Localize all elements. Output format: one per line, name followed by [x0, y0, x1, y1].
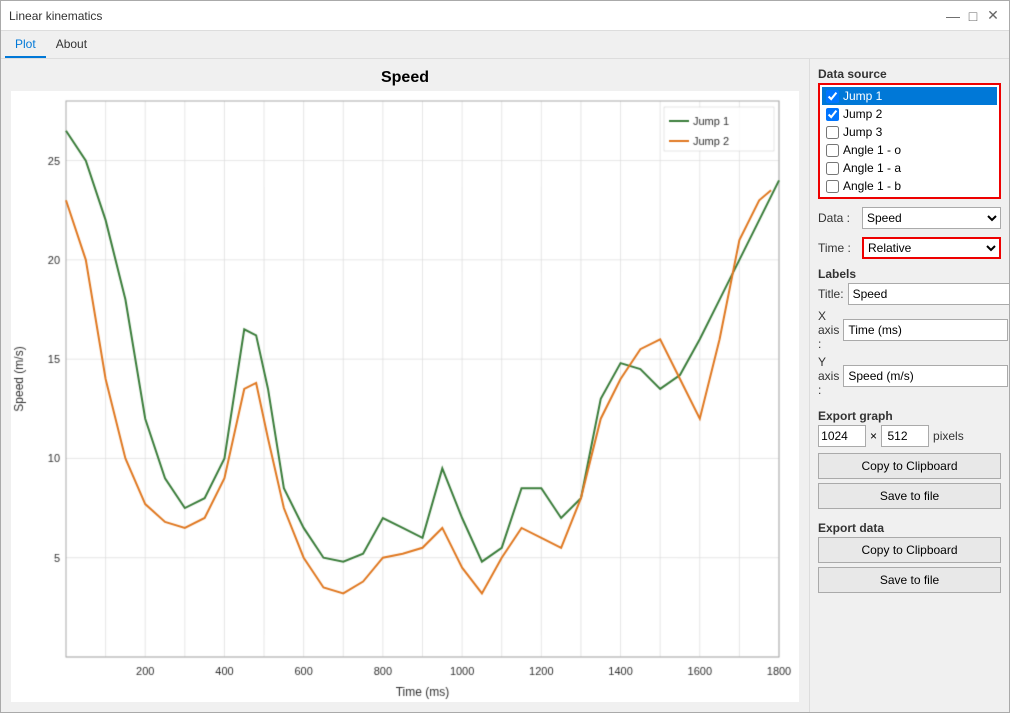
ds-item-angle1a[interactable]: Angle 1 - a	[822, 159, 997, 177]
yaxis-field-label: Y axis :	[818, 355, 839, 397]
data-select[interactable]: Speed Acceleration Distance	[862, 207, 1001, 229]
labels-section: Labels Title: X axis : Y axis :	[818, 267, 1001, 401]
data-source-section: Data source Jump 1 Jump 2 Jump 3	[818, 67, 1001, 199]
title-field-label: Title:	[818, 287, 844, 301]
xaxis-input[interactable]	[843, 319, 1008, 341]
export-height-input[interactable]	[881, 425, 929, 447]
copy-data-button[interactable]: Copy to Clipboard	[818, 537, 1001, 563]
yaxis-row: Y axis :	[818, 355, 1001, 397]
data-source-box: Jump 1 Jump 2 Jump 3 Angle 1 - o	[818, 83, 1001, 199]
data-source-label: Data source	[818, 67, 1001, 81]
time-select[interactable]: Relative Absolute	[862, 237, 1001, 259]
menu-bar: Plot About	[1, 31, 1009, 59]
xaxis-field-label: X axis :	[818, 309, 839, 351]
ds-checkbox-jump2[interactable]	[826, 108, 839, 121]
yaxis-input[interactable]	[843, 365, 1008, 387]
pixel-row: × pixels	[818, 425, 1001, 447]
maximize-button[interactable]: □	[965, 8, 981, 24]
save-data-button[interactable]: Save to file	[818, 567, 1001, 593]
export-data-section: Export data Copy to Clipboard Save to fi…	[818, 521, 1001, 597]
menu-item-plot[interactable]: Plot	[5, 31, 46, 58]
ds-checkbox-angle1a[interactable]	[826, 162, 839, 175]
ds-item-angle1o[interactable]: Angle 1 - o	[822, 141, 997, 159]
ds-item-angle1b[interactable]: Angle 1 - b	[822, 177, 997, 195]
sidebar: Data source Jump 1 Jump 2 Jump 3	[809, 59, 1009, 712]
window-title: Linear kinematics	[9, 9, 102, 23]
x-separator: ×	[870, 429, 877, 443]
time-label: Time :	[818, 241, 858, 255]
xaxis-row: X axis :	[818, 309, 1001, 351]
export-graph-label: Export graph	[818, 409, 1001, 423]
chart-area: Speed	[1, 59, 809, 712]
chart-title: Speed	[381, 69, 429, 87]
time-row: Time : Relative Absolute	[818, 237, 1001, 259]
data-row: Data : Speed Acceleration Distance	[818, 207, 1001, 229]
export-graph-section: Export graph × pixels Copy to Clipboard …	[818, 409, 1001, 513]
ds-checkbox-angle1b[interactable]	[826, 180, 839, 193]
title-bar: Linear kinematics — □ ✕	[1, 1, 1009, 31]
save-graph-button[interactable]: Save to file	[818, 483, 1001, 509]
ds-item-jump2[interactable]: Jump 2	[822, 105, 997, 123]
ds-checkbox-jump1[interactable]	[826, 90, 839, 103]
ds-checkbox-jump3[interactable]	[826, 126, 839, 139]
chart-wrapper	[11, 91, 799, 705]
title-input[interactable]	[848, 283, 1009, 305]
minimize-button[interactable]: —	[945, 8, 961, 24]
labels-label: Labels	[818, 267, 1001, 281]
title-row: Title:	[818, 283, 1001, 305]
main-window: Linear kinematics — □ ✕ Plot About Speed…	[0, 0, 1010, 713]
chart-canvas	[11, 91, 799, 702]
ds-checkbox-angle1o[interactable]	[826, 144, 839, 157]
export-data-label: Export data	[818, 521, 1001, 535]
copy-graph-button[interactable]: Copy to Clipboard	[818, 453, 1001, 479]
ds-item-jump1[interactable]: Jump 1	[822, 87, 997, 105]
content-area: Speed Data source Jump 1 Jump 2	[1, 59, 1009, 712]
menu-item-about[interactable]: About	[46, 31, 97, 58]
close-button[interactable]: ✕	[985, 8, 1001, 24]
pixels-label: pixels	[933, 429, 964, 443]
ds-item-jump3[interactable]: Jump 3	[822, 123, 997, 141]
title-bar-controls: — □ ✕	[945, 8, 1001, 24]
export-width-input[interactable]	[818, 425, 866, 447]
data-label: Data :	[818, 211, 858, 225]
